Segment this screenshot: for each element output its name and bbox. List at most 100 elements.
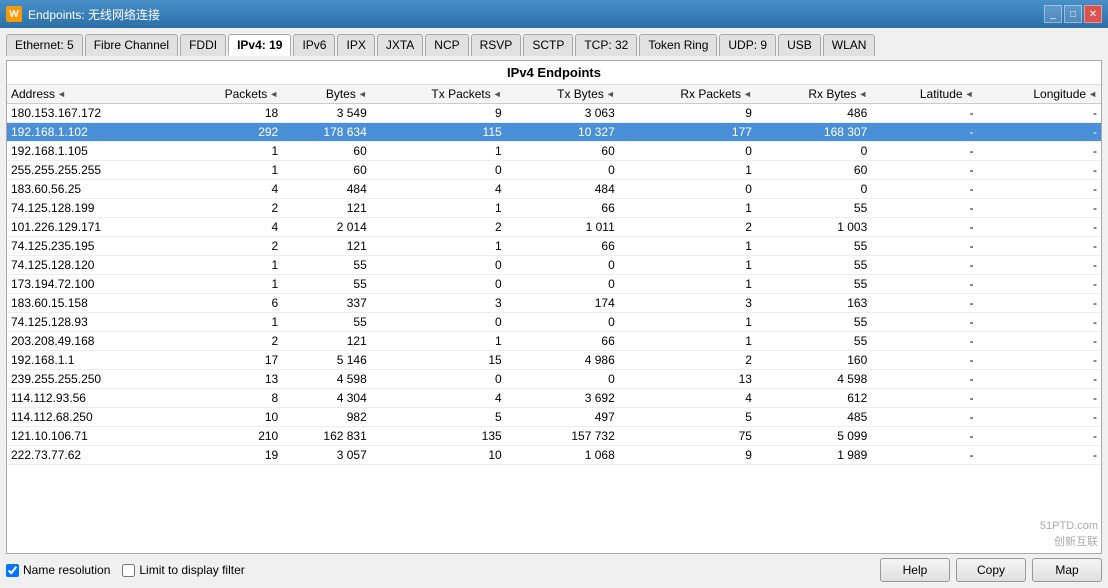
table-row[interactable]: 192.168.1.102292178 63411510 327177168 3…: [7, 123, 1101, 142]
tab-ipx[interactable]: IPX: [337, 34, 374, 56]
table-row[interactable]: 74.125.128.12015500155--: [7, 256, 1101, 275]
close-button[interactable]: ✕: [1084, 5, 1102, 23]
table-row[interactable]: 192.168.1.10516016000--: [7, 142, 1101, 161]
cell-3: 9: [371, 104, 506, 123]
tab-fddi[interactable]: FDDI: [180, 34, 226, 56]
col-header-packets[interactable]: Packets◄: [176, 85, 282, 104]
col-header-address[interactable]: Address◄: [7, 85, 176, 104]
name-resolution-label[interactable]: Name resolution: [6, 563, 110, 577]
table-row[interactable]: 101.226.129.17142 01421 01121 003--: [7, 218, 1101, 237]
cell-3: 0: [371, 313, 506, 332]
table-row[interactable]: 114.112.68.2501098254975485--: [7, 408, 1101, 427]
table-row[interactable]: 255.255.255.25516000160--: [7, 161, 1101, 180]
table-row[interactable]: 203.208.49.1682121166155--: [7, 332, 1101, 351]
cell-5: 13: [619, 370, 756, 389]
cell-6: 1 989: [756, 446, 871, 465]
cell-2: 121: [282, 237, 371, 256]
tab-jxta[interactable]: JXTA: [377, 34, 423, 56]
cell-6: 0: [756, 180, 871, 199]
cell-5: 1: [619, 313, 756, 332]
tab-tcp--32[interactable]: TCP: 32: [575, 34, 637, 56]
cell-7: -: [871, 313, 977, 332]
limit-filter-checkbox[interactable]: [122, 564, 135, 577]
endpoints-table: Address◄Packets◄Bytes◄Tx Packets◄Tx Byte…: [7, 85, 1101, 465]
tab-sctp[interactable]: SCTP: [523, 34, 573, 56]
tab-udp--9[interactable]: UDP: 9: [719, 34, 776, 56]
table-row[interactable]: 74.125.128.1992121166155--: [7, 199, 1101, 218]
cell-4: 174: [506, 294, 619, 313]
map-button[interactable]: Map: [1032, 558, 1102, 582]
cell-8: -: [977, 161, 1101, 180]
table-row[interactable]: 222.73.77.62193 057101 06891 989--: [7, 446, 1101, 465]
cell-3: 15: [371, 351, 506, 370]
cell-0: 192.168.1.105: [7, 142, 176, 161]
table-row[interactable]: 183.60.15.158633731743163--: [7, 294, 1101, 313]
cell-5: 1: [619, 237, 756, 256]
tab-ncp[interactable]: NCP: [425, 34, 468, 56]
col-header-rx-packets[interactable]: Rx Packets◄: [619, 85, 756, 104]
minimize-button[interactable]: _: [1044, 5, 1062, 23]
table-row[interactable]: 121.10.106.71210162 831135157 732755 099…: [7, 427, 1101, 446]
table-row[interactable]: 180.153.167.172183 54993 0639486--: [7, 104, 1101, 123]
table-row[interactable]: 183.60.56.254484448400--: [7, 180, 1101, 199]
col-header-latitude[interactable]: Latitude◄: [871, 85, 977, 104]
window-body: Ethernet: 5Fibre ChannelFDDIIPv4: 19IPv6…: [0, 28, 1108, 588]
cell-0: 74.125.128.93: [7, 313, 176, 332]
cell-7: -: [871, 218, 977, 237]
cell-8: -: [977, 446, 1101, 465]
tab-token-ring[interactable]: Token Ring: [639, 34, 717, 56]
cell-6: 55: [756, 237, 871, 256]
cell-5: 0: [619, 142, 756, 161]
cell-3: 135: [371, 427, 506, 446]
limit-filter-text: Limit to display filter: [139, 563, 244, 577]
cell-2: 121: [282, 199, 371, 218]
cell-6: 55: [756, 256, 871, 275]
cell-7: -: [871, 142, 977, 161]
table-row[interactable]: 173.194.72.10015500155--: [7, 275, 1101, 294]
cell-5: 1: [619, 199, 756, 218]
cell-6: 168 307: [756, 123, 871, 142]
cell-3: 115: [371, 123, 506, 142]
cell-3: 5: [371, 408, 506, 427]
tab-ethernet--5[interactable]: Ethernet: 5: [6, 34, 83, 56]
cell-5: 3: [619, 294, 756, 313]
tab-usb[interactable]: USB: [778, 34, 821, 56]
name-resolution-checkbox[interactable]: [6, 564, 19, 577]
col-header-tx-bytes[interactable]: Tx Bytes◄: [506, 85, 619, 104]
title-bar: W Endpoints: 无线网络连接 _ □ ✕: [0, 0, 1108, 28]
table-row[interactable]: 239.255.255.250134 59800134 598--: [7, 370, 1101, 389]
watermark: 51PTD.com创新互联: [1040, 519, 1098, 550]
table-row[interactable]: 74.125.235.1952121166155--: [7, 237, 1101, 256]
cell-8: -: [977, 313, 1101, 332]
cell-3: 4: [371, 180, 506, 199]
tab-rsvp[interactable]: RSVP: [471, 34, 522, 56]
table-row[interactable]: 114.112.93.5684 30443 6924612--: [7, 389, 1101, 408]
cell-6: 55: [756, 199, 871, 218]
cell-0: 203.208.49.168: [7, 332, 176, 351]
cell-0: 255.255.255.255: [7, 161, 176, 180]
cell-6: 55: [756, 313, 871, 332]
table-container[interactable]: Address◄Packets◄Bytes◄Tx Packets◄Tx Byte…: [7, 85, 1101, 553]
cell-4: 1 011: [506, 218, 619, 237]
col-header-longitude[interactable]: Longitude◄: [977, 85, 1101, 104]
table-row[interactable]: 192.168.1.1175 146154 9862160--: [7, 351, 1101, 370]
cell-8: -: [977, 218, 1101, 237]
cell-7: -: [871, 123, 977, 142]
col-header-tx-packets[interactable]: Tx Packets◄: [371, 85, 506, 104]
tab-wlan[interactable]: WLAN: [823, 34, 876, 56]
copy-button[interactable]: Copy: [956, 558, 1026, 582]
col-header-bytes[interactable]: Bytes◄: [282, 85, 371, 104]
window-controls[interactable]: _ □ ✕: [1044, 5, 1102, 23]
table-row[interactable]: 74.125.128.9315500155--: [7, 313, 1101, 332]
cell-4: 4 986: [506, 351, 619, 370]
cell-1: 1: [176, 142, 282, 161]
col-header-rx-bytes[interactable]: Rx Bytes◄: [756, 85, 871, 104]
cell-1: 292: [176, 123, 282, 142]
tab-fibre-channel[interactable]: Fibre Channel: [85, 34, 178, 56]
tab-ipv4--19[interactable]: IPv4: 19: [228, 34, 291, 56]
tab-ipv6[interactable]: IPv6: [293, 34, 335, 56]
limit-filter-label[interactable]: Limit to display filter: [122, 563, 244, 577]
maximize-button[interactable]: □: [1064, 5, 1082, 23]
cell-0: 192.168.1.1: [7, 351, 176, 370]
help-button[interactable]: Help: [880, 558, 950, 582]
